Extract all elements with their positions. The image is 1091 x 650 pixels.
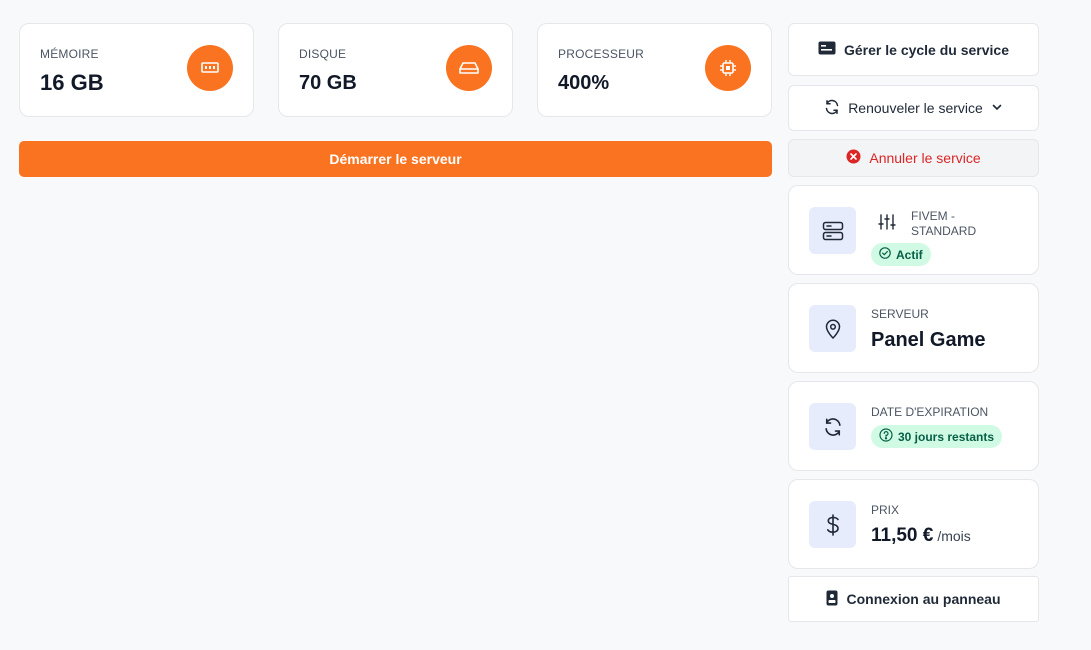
expiration-label: DATE D'EXPIRATION [871, 405, 989, 419]
disk-label: DISQUE [299, 47, 347, 61]
refresh-icon [809, 403, 856, 450]
server-value: Panel Game [871, 329, 986, 351]
panel-device-icon [826, 590, 838, 609]
sliders-icon [878, 214, 896, 235]
remaining-days-badge: 30 jours restants [871, 425, 1003, 448]
price-label: PRIX [871, 503, 900, 517]
price-unit: /mois [937, 528, 971, 544]
price-card: PRIX 11,50 €/mois [788, 479, 1039, 569]
start-server-button[interactable]: Démarrer le serveur [19, 141, 772, 177]
cancel-service-button[interactable]: Annuler le service [788, 139, 1039, 177]
cpu-value: 400% [558, 72, 610, 94]
remaining-days-label: 30 jours restants [898, 429, 995, 444]
cpu-label: PROCESSEUR [558, 47, 645, 61]
price-value-row: 11,50 €/mois [871, 525, 971, 547]
renew-service-button[interactable]: Renouveler le service [788, 85, 1039, 131]
cpu-card: PROCESSEUR 400% [537, 23, 772, 117]
question-circle-icon [879, 428, 893, 445]
location-pin-icon [809, 305, 856, 352]
product-name-line1: FIVEM - [911, 209, 955, 223]
dollar-icon [809, 501, 856, 548]
cancel-service-label: Annuler le service [869, 150, 981, 166]
memory-icon [187, 45, 233, 91]
renew-service-label: Renouveler le service [848, 100, 983, 116]
status-badge: Actif [871, 243, 931, 266]
server-label: SERVEUR [871, 307, 929, 321]
panel-login-label: Connexion au panneau [846, 591, 1001, 607]
price-value: 11,50 € [871, 525, 934, 546]
manage-cycle-button[interactable]: Gérer le cycle du service [788, 23, 1039, 76]
server-stack-icon [809, 207, 856, 254]
product-card: FIVEM - STANDARD Actif [788, 185, 1039, 275]
cancel-circle-icon [846, 149, 861, 167]
refresh-icon [824, 99, 840, 118]
memory-card: MÉMOIRE 16 GB [19, 23, 254, 117]
terminal-card-icon [818, 41, 836, 58]
check-circle-icon [879, 247, 891, 262]
disk-value: 70 GB [299, 72, 357, 94]
panel-login-button[interactable]: Connexion au panneau [788, 576, 1039, 622]
memory-label: MÉMOIRE [40, 47, 99, 61]
manage-cycle-label: Gérer le cycle du service [844, 41, 1009, 58]
disk-card: DISQUE 70 GB [278, 23, 513, 117]
cpu-icon [705, 45, 751, 91]
memory-value: 16 GB [40, 70, 104, 95]
expiration-card: DATE D'EXPIRATION 30 jours restants [788, 381, 1039, 471]
product-name-line2: STANDARD [911, 224, 977, 238]
disk-icon [446, 45, 492, 91]
server-card: SERVEUR Panel Game [788, 283, 1039, 373]
chevron-down-icon [991, 100, 1003, 116]
status-label: Actif [896, 247, 923, 262]
